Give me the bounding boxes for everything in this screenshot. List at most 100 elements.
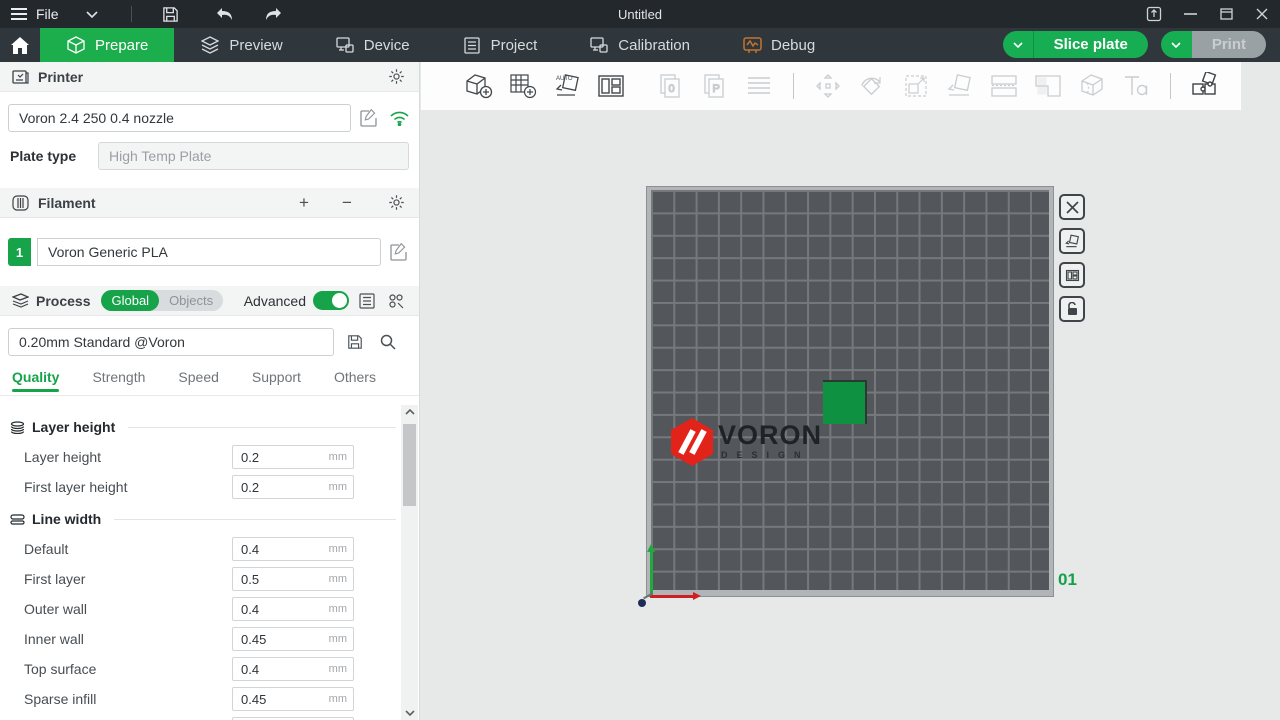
print-options-chevron[interactable] bbox=[1161, 31, 1192, 58]
redo-icon[interactable] bbox=[260, 3, 286, 25]
close-button[interactable] bbox=[1244, 0, 1280, 28]
filament-preset-select[interactable]: Voron Generic PLA bbox=[37, 238, 381, 266]
arrange-icon[interactable] bbox=[595, 69, 627, 103]
auto-orient-icon[interactable]: AUTO bbox=[551, 69, 583, 103]
add-object-icon[interactable] bbox=[463, 69, 495, 103]
tab-quality[interactable]: Quality bbox=[12, 369, 59, 391]
paste-icon[interactable]: P bbox=[699, 69, 731, 103]
tab-preview[interactable]: Preview bbox=[174, 28, 308, 62]
tab-support[interactable]: Support bbox=[252, 369, 301, 391]
build-plate[interactable] bbox=[646, 186, 1054, 597]
advanced-toggle[interactable] bbox=[313, 291, 349, 310]
project-icon bbox=[462, 35, 482, 55]
home-button[interactable] bbox=[0, 28, 40, 62]
add-plate-icon[interactable] bbox=[507, 69, 539, 103]
undo-icon[interactable] bbox=[212, 3, 238, 25]
first-layer-line-width-input[interactable]: 0.5 mm bbox=[232, 567, 354, 591]
copy-icon[interactable]: 0 bbox=[655, 69, 687, 103]
first-layer-height-input[interactable]: 0.2 mm bbox=[232, 475, 354, 499]
scope-global[interactable]: Global bbox=[101, 290, 159, 311]
tab-device[interactable]: Device bbox=[309, 28, 436, 62]
process-preset-select[interactable]: 0.20mm Standard @Voron bbox=[8, 328, 334, 356]
scope-objects[interactable]: Objects bbox=[159, 290, 223, 311]
toolbar-separator bbox=[1170, 73, 1171, 99]
settings-list: Layer height Layer height 0.2 mm First l… bbox=[0, 405, 402, 720]
filament-settings-gear-icon[interactable] bbox=[385, 192, 407, 214]
model-object-cube[interactable] bbox=[823, 380, 867, 424]
layer-height-input[interactable]: 0.2 mm bbox=[232, 445, 354, 469]
inner-wall-line-width-input[interactable]: 0.45 mm bbox=[232, 627, 354, 651]
device-icon bbox=[335, 35, 355, 55]
slice-options-chevron[interactable] bbox=[1003, 31, 1034, 58]
sparse-infill-line-width-input[interactable]: 0.45 mm bbox=[232, 687, 354, 711]
rotate-icon[interactable] bbox=[856, 69, 888, 103]
print-button[interactable]: Print bbox=[1192, 31, 1266, 58]
preview-icon bbox=[200, 35, 220, 55]
remove-filament-button[interactable]: − bbox=[336, 192, 358, 214]
search-settings-icon[interactable] bbox=[385, 290, 407, 312]
build-plate-grid[interactable] bbox=[651, 190, 1049, 590]
move-icon[interactable] bbox=[812, 69, 844, 103]
plate-type-label: Plate type bbox=[10, 148, 98, 164]
scrollbar-track[interactable] bbox=[401, 419, 418, 706]
svg-text:P: P bbox=[713, 83, 720, 95]
minimize-button[interactable] bbox=[1172, 0, 1208, 28]
printer-preset-select[interactable]: Voron 2.4 250 0.4 nozzle bbox=[8, 104, 351, 132]
line-width-group-icon bbox=[10, 514, 25, 525]
default-line-width-input[interactable]: 0.4 mm bbox=[232, 537, 354, 561]
text-tool-icon[interactable] bbox=[1120, 69, 1152, 103]
file-menu[interactable]: File bbox=[10, 6, 59, 22]
setting-row: First layer 0.5 mm bbox=[24, 567, 396, 591]
plate-action-buttons bbox=[1059, 194, 1085, 322]
delete-all-icon[interactable] bbox=[1059, 194, 1085, 220]
tab-speed[interactable]: Speed bbox=[178, 369, 218, 391]
x-axis-indicator bbox=[650, 595, 694, 598]
tab-others[interactable]: Others bbox=[334, 369, 376, 391]
tab-debug[interactable]: Debug bbox=[716, 28, 841, 62]
tab-strength[interactable]: Strength bbox=[92, 369, 145, 391]
setting-row: First layer height 0.2 mm bbox=[24, 475, 396, 499]
setting-row: Sparse infill 0.45 mm bbox=[24, 687, 396, 711]
tab-calibration[interactable]: Calibration bbox=[563, 28, 716, 62]
plate-type-select[interactable]: High Temp Plate bbox=[98, 142, 409, 170]
split-to-objects-icon[interactable] bbox=[988, 69, 1020, 103]
wifi-connection-icon[interactable] bbox=[387, 106, 411, 130]
outer-wall-line-width-input[interactable]: 0.4 mm bbox=[232, 597, 354, 621]
assembly-view-icon[interactable] bbox=[1189, 69, 1221, 103]
sidebar-scrollbar[interactable] bbox=[401, 405, 418, 720]
save-icon[interactable] bbox=[158, 3, 184, 25]
plate-auto-orient-icon[interactable] bbox=[1059, 228, 1085, 254]
lock-plate-icon[interactable] bbox=[1059, 296, 1085, 322]
filament-section-header: Filament + − bbox=[0, 188, 419, 218]
scroll-down-icon[interactable] bbox=[401, 706, 418, 720]
hamburger-icon bbox=[10, 7, 28, 21]
add-filament-button[interactable]: + bbox=[293, 192, 315, 214]
save-preset-icon[interactable] bbox=[343, 330, 367, 354]
tab-project[interactable]: Project bbox=[436, 28, 564, 62]
top-surface-line-width-input[interactable]: 0.4 mm bbox=[232, 657, 354, 681]
file-menu-chevron-icon[interactable] bbox=[79, 3, 105, 25]
printer-settings-gear-icon[interactable] bbox=[385, 66, 407, 88]
mesh-boolean-icon[interactable] bbox=[1076, 69, 1108, 103]
3d-viewport[interactable]: AUTO 0 P bbox=[421, 62, 1280, 720]
publish-icon[interactable] bbox=[1136, 0, 1172, 28]
voron-logo-title: VORON bbox=[718, 422, 822, 448]
maximize-button[interactable] bbox=[1208, 0, 1244, 28]
scale-icon[interactable] bbox=[900, 69, 932, 103]
title-bar: File Untitled bbox=[0, 0, 1280, 28]
edit-printer-icon[interactable] bbox=[357, 106, 381, 130]
scroll-up-icon[interactable] bbox=[401, 405, 418, 419]
plate-arrange-icon[interactable] bbox=[1059, 262, 1085, 288]
lay-on-face-icon[interactable] bbox=[944, 69, 976, 103]
split-to-parts-icon[interactable] bbox=[1032, 69, 1064, 103]
slice-plate-button[interactable]: Slice plate bbox=[1034, 31, 1148, 58]
edit-filament-icon[interactable] bbox=[387, 240, 411, 264]
parameter-table-icon[interactable] bbox=[356, 290, 378, 312]
debug-icon bbox=[742, 35, 762, 55]
scrollbar-thumb[interactable] bbox=[403, 424, 416, 506]
search-icon[interactable] bbox=[376, 330, 400, 354]
voron-logo: VORON DESIGN bbox=[671, 418, 822, 466]
process-section-header: Process Global Objects Advanced bbox=[0, 286, 419, 316]
variable-layer-height-icon[interactable] bbox=[743, 69, 775, 103]
tab-prepare[interactable]: Prepare bbox=[40, 28, 174, 62]
